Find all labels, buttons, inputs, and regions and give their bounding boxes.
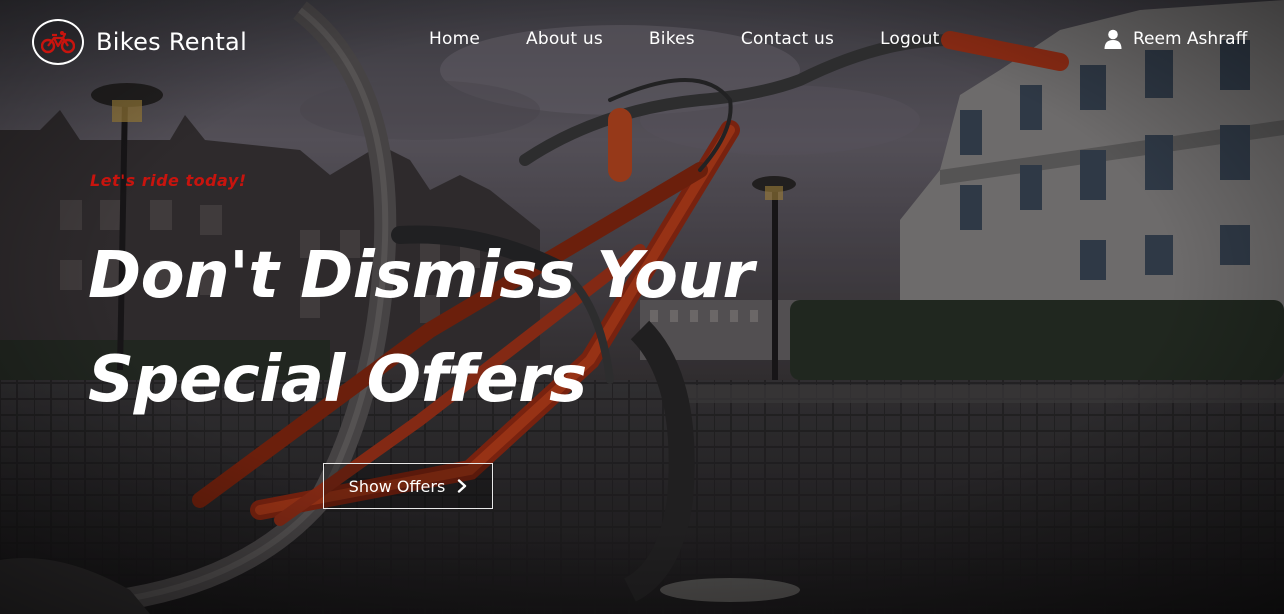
user-profile-link[interactable]: Reem Ashraff — [1104, 29, 1247, 49]
top-navbar: Bikes Rental Home About us Bikes Contact… — [0, 0, 1284, 84]
show-offers-label: Show Offers — [348, 476, 446, 496]
hero-headline-line-1: Don't Dismiss Your — [88, 239, 754, 313]
user-name: Reem Ashraff — [1133, 29, 1248, 49]
nav-link-logout[interactable]: Logout — [880, 29, 939, 49]
chevron-right-icon — [458, 479, 467, 493]
user-icon — [1104, 29, 1122, 49]
main-menu: Home About us Bikes Contact us Logout — [429, 29, 939, 49]
logo-badge — [32, 19, 84, 65]
show-offers-button[interactable]: Show Offers — [323, 463, 493, 509]
bicycle-icon — [41, 31, 75, 54]
hero-tagline: Let's ride today! — [90, 171, 247, 190]
nav-link-about-us[interactable]: About us — [526, 29, 603, 49]
hero-headline-line-2: Special Offers — [88, 343, 587, 417]
nav-link-bikes[interactable]: Bikes — [649, 29, 695, 49]
hero-section: Bikes Rental Home About us Bikes Contact… — [0, 0, 1284, 614]
nav-link-contact-us[interactable]: Contact us — [741, 29, 834, 49]
brand-logo-link[interactable]: Bikes Rental — [32, 17, 247, 67]
nav-link-home[interactable]: Home — [429, 29, 480, 49]
hero-headline: Don't Dismiss Your Special Offers — [88, 224, 788, 432]
brand-name: Bikes Rental — [96, 28, 248, 56]
